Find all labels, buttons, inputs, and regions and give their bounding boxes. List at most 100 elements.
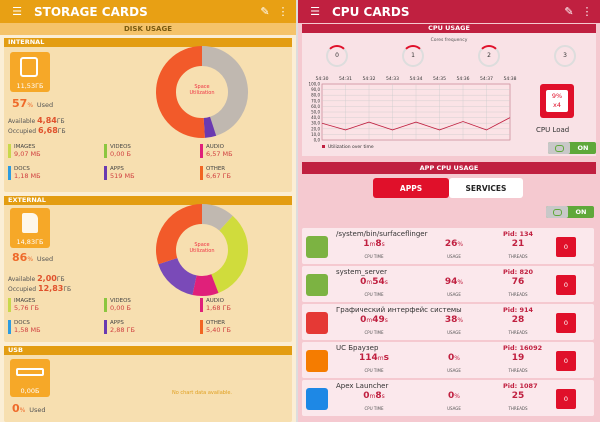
y-tick: 10,0 [311,132,320,137]
app-toggle[interactable]: ON [546,206,594,218]
category-audio: AUDIO 6,57 МБ [200,144,288,158]
edit-icon[interactable]: ✎ [258,5,272,18]
disk-usage-header: DISK USAGE [0,23,296,35]
app-row[interactable]: UC Браузер Pid: 16092 114ms CPU TIME 0% … [302,342,594,378]
app-chip-icon[interactable]: 0 [556,313,576,333]
usage-caption: USAGE [447,292,461,297]
app-row[interactable]: Apex Launcher Pid: 1087 0m8s CPU TIME 0%… [302,380,594,416]
category-images: IMAGES 5,76 ГБ [8,298,96,312]
usage-caption: USAGE [447,330,461,335]
app-cpu-time: 0m49s [360,315,388,325]
app-pid: Pid: 16092 [503,344,543,352]
app-pid: Pid: 914 [503,306,534,314]
threads-caption: THREADS [508,368,528,373]
app-row[interactable]: /system/bin/surfaceflinger Pid: 134 1m8s… [302,228,594,264]
app-pid: Pid: 134 [503,230,534,238]
edit-icon[interactable]: ✎ [562,5,576,18]
donut-segment [156,204,203,265]
y-tick: 80,0 [311,93,320,98]
time-tick: 54:32 [363,76,376,82]
y-tick: 0,0 [314,138,321,143]
y-tick: 90,0 [311,87,320,92]
category-videos: VIDEOS 0,00 Б [104,298,192,312]
app-chip-icon[interactable]: 0 [556,275,576,295]
app-chip-icon[interactable]: 0 [556,351,576,371]
category-apps: APPS 2,88 ГБ [104,320,192,334]
cpu-usage-header: CPU USAGE [302,24,596,33]
usb-no-data: No chart data available. [172,390,232,396]
app-row[interactable]: Графический интерфейс системы Pid: 914 0… [302,304,594,340]
y-tick: 50,0 [311,110,320,115]
donut-segment [192,274,219,296]
cpu-toggle[interactable]: ON [548,142,596,154]
legend-swatch [322,145,325,148]
usb-icon: 0,00Б [10,359,50,397]
cpu-time-caption: CPU TIME [364,330,384,335]
cpu-time-caption: CPU TIME [364,254,384,259]
menu-icon[interactable]: ☰ [10,5,24,18]
app-threads: 19 [511,353,525,363]
usb-card[interactable]: USB 0,00Б 0% Used No chart data availabl… [4,346,292,422]
app-name: system_server [336,268,387,276]
usb-label: USB [4,346,292,355]
y-tick: 70,0 [311,98,320,103]
more-icon[interactable]: ⋮ [276,5,290,18]
external-percent: 86% Used [12,251,54,264]
storage-cards-panel: ☰ STORAGE CARDS ✎ ⋮ DISK USAGE INTERNAL … [0,0,296,422]
app-cpu-usage-header: APP CPU USAGE [302,162,596,174]
app-name: Apex Launcher [336,382,389,390]
tab-apps[interactable]: APPS [373,178,449,198]
cores-frequency-label: Cores frequency [430,38,468,43]
external-occupied: Occupied 12,83ГБ [8,284,72,293]
external-donut-label: Space Utilization [189,242,215,254]
app-cpu-time: 0m54s [360,277,388,287]
cpu-chip-icon: 9% x4 [540,84,574,118]
cpu-load-value: 9% x4 [546,90,568,112]
app-pid: Pid: 1087 [503,382,538,390]
app-threads: 21 [511,239,525,249]
cpu-cards-panel: ☰ CPU CARDS ✎ ⋮ CPU USAGE Cores frequenc… [298,0,600,422]
core-dial-2: 2 [478,45,500,67]
donut-segment [158,257,198,295]
app-cpu-time: 114ms [358,353,389,363]
category-videos: VIDEOS 0,00 Б [104,144,192,158]
app-chip-icon[interactable]: 0 [556,237,576,257]
time-tick: 54:31 [339,76,352,82]
app-icon [306,350,328,372]
y-tick: 20,0 [311,126,320,131]
app-cpu-time: 0m8s [363,391,385,401]
app-usage: 94% [444,277,464,287]
menu-icon[interactable]: ☰ [308,5,322,18]
usb-percent: 0% Used [12,402,46,415]
tab-services[interactable]: SERVICES [449,178,523,198]
disk-icon: 11,53ГБ [10,52,50,92]
cpu-time-caption: CPU TIME [364,368,384,373]
app-icon [306,312,328,334]
app-icon [306,274,328,296]
app-usage: 0% [448,353,460,363]
cpu-usage-card: CPU USAGE Cores frequency 0123 54:30 54:3… [302,24,596,156]
internal-available: Available 4,84ГБ [8,116,65,125]
internal-card[interactable]: INTERNAL 11,53ГБ 57% Used Available 4,84… [4,38,292,192]
category-audio: AUDIO 1,68 ГБ [200,298,288,312]
external-total: 14,83ГБ [16,238,44,246]
threads-caption: THREADS [508,406,528,411]
core-dial-3: 3 [554,45,576,67]
app-icon [306,388,328,410]
time-tick: 54:38 [504,76,517,82]
app-name: /system/bin/surfaceflinger [336,230,428,238]
donut-segment [201,204,233,232]
app-usage: 0% [448,391,460,401]
category-docs: DOCS 1,18 МБ [8,166,96,180]
app-chip-icon[interactable]: 0 [556,389,576,409]
cpu-app-bar: ☰ CPU CARDS ✎ ⋮ [298,0,600,23]
external-card[interactable]: EXTERNAL 14,83ГБ 86% Used Available 2,00… [4,196,292,342]
y-tick: 100,0 [309,82,321,87]
threads-caption: THREADS [508,330,528,335]
more-icon[interactable]: ⋮ [580,5,594,18]
usage-caption: USAGE [447,368,461,373]
app-name: UC Браузер [336,344,379,352]
app-threads: 25 [511,391,525,401]
app-row[interactable]: system_server Pid: 820 0m54s CPU TIME 94… [302,266,594,302]
time-tick: 54:33 [386,76,399,82]
